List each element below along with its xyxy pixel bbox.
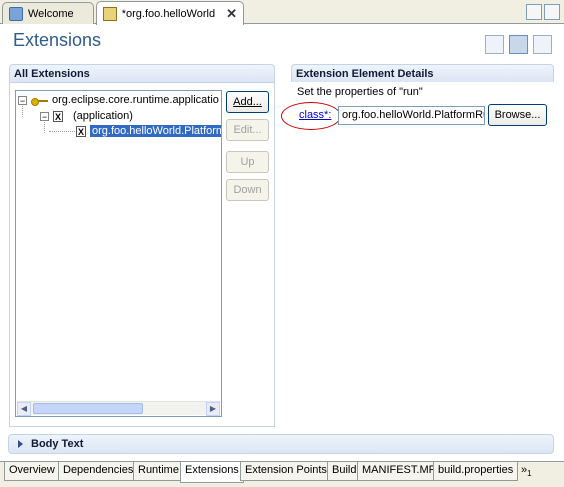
tab-welcome[interactable]: Welcome xyxy=(2,2,94,24)
scroll-right-icon[interactable]: ▶ xyxy=(206,402,220,416)
editor-window-controls xyxy=(526,4,560,20)
page-tab-label: Dependencies xyxy=(63,464,134,476)
up-button-label: Up xyxy=(240,156,255,168)
highlight-circle xyxy=(281,102,341,130)
page-tab-label: Extension Points xyxy=(245,464,327,476)
page-tab-build-properties[interactable]: build.properties xyxy=(433,462,519,481)
tree-item-extension[interactable]: − org.eclipse.core.runtime.applicatio xyxy=(18,92,219,108)
page-title: Extensions xyxy=(13,30,102,50)
page-tab-extension-points[interactable]: Extension Points xyxy=(240,462,332,481)
page-tab-label: build.properties xyxy=(438,464,514,476)
body-text-section[interactable]: Body Text xyxy=(8,434,554,454)
down-button[interactable]: Down xyxy=(226,179,269,201)
element-details-title: Extension Element Details xyxy=(296,68,434,80)
maximize-icon[interactable] xyxy=(544,4,560,20)
browse-button[interactable]: Browse... xyxy=(488,104,547,126)
edit-button-label: Edit... xyxy=(233,124,262,136)
page-tab-runtime[interactable]: Runtime xyxy=(133,462,184,481)
page-tab-extensions[interactable]: Extensions xyxy=(180,462,244,483)
extensions-tree[interactable]: − org.eclipse.core.runtime.applicatio − … xyxy=(15,90,222,417)
element-icon: X xyxy=(53,110,63,122)
collapse-toggle-icon[interactable]: − xyxy=(18,95,27,105)
browse-button-label: Browse... xyxy=(494,109,541,121)
all-extensions-header: All Extensions xyxy=(9,64,275,82)
plugin-manifest-icon xyxy=(103,6,117,21)
overflow-count: 1 xyxy=(527,469,532,479)
tab-manifest-label: *org.foo.helloWorld xyxy=(121,7,216,20)
vertical-layout-icon[interactable] xyxy=(533,35,552,54)
editor-page-tabs: Overview Dependencies Runtime Extensions… xyxy=(0,461,564,487)
page-tab-overview[interactable]: Overview xyxy=(4,462,60,481)
scroll-left-icon[interactable]: ◀ xyxy=(17,402,31,416)
page-tab-label: MANIFEST.MF xyxy=(362,464,436,476)
page-tab-dependencies[interactable]: Dependencies xyxy=(58,462,139,481)
tab-welcome-label: Welcome xyxy=(28,7,74,20)
down-button-label: Down xyxy=(233,184,262,196)
collapse-toggle-icon[interactable]: − xyxy=(40,111,49,121)
page-tab-label: Build xyxy=(332,464,357,476)
all-extensions-title: All Extensions xyxy=(14,68,90,80)
expand-arrow-icon[interactable] xyxy=(18,440,23,448)
horizontal-layout-icon[interactable] xyxy=(509,35,528,54)
extension-icon xyxy=(31,95,49,106)
add-button[interactable]: Add... xyxy=(226,91,269,113)
tree-item-extension-label: org.eclipse.core.runtime.applicatio xyxy=(52,94,219,106)
page-tab-label: Overview xyxy=(9,464,55,476)
close-icon[interactable]: ✕ xyxy=(226,6,237,22)
minimize-icon[interactable] xyxy=(526,4,542,20)
collapse-all-icon[interactable] xyxy=(485,35,504,54)
horizontal-scrollbar[interactable]: ◀ ▶ xyxy=(17,401,220,416)
class-field-value: org.foo.helloWorld.PlatformRu xyxy=(342,109,485,121)
editor-tab-strip: Welcome *org.foo.helloWorld ✕ xyxy=(0,0,564,25)
welcome-icon xyxy=(9,6,23,21)
element-icon: X xyxy=(76,125,86,137)
body-text-title: Body Text xyxy=(31,438,84,450)
details-description: Set the properties of "run" xyxy=(297,86,423,98)
overflow-tabs-button[interactable]: »1 xyxy=(521,464,532,478)
form-toolbar xyxy=(485,35,552,54)
element-details-header: Extension Element Details xyxy=(291,64,554,82)
up-button[interactable]: Up xyxy=(226,151,269,173)
scrollbar-thumb[interactable] xyxy=(33,403,143,414)
tree-item-run-label: org.foo.helloWorld.Platform xyxy=(90,125,221,137)
edit-button[interactable]: Edit... xyxy=(226,119,269,141)
page-tab-label: Runtime xyxy=(138,464,179,476)
page-tab-manifest[interactable]: MANIFEST.MF xyxy=(357,462,441,481)
tree-item-application[interactable]: − X (application) xyxy=(40,108,133,124)
tree-item-run[interactable]: X org.foo.helloWorld.Platform xyxy=(76,123,221,139)
page-tab-label: Extensions xyxy=(185,464,239,476)
add-button-label: Add... xyxy=(233,96,262,108)
tree-item-application-label: (application) xyxy=(73,110,133,122)
class-field[interactable]: org.foo.helloWorld.PlatformRu xyxy=(338,106,485,125)
tab-manifest-editor[interactable]: *org.foo.helloWorld ✕ xyxy=(96,1,244,25)
